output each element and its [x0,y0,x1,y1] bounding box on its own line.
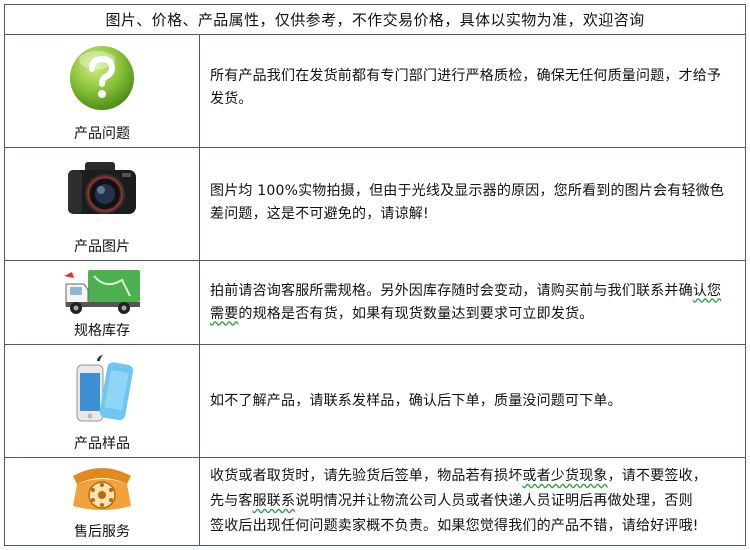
spellcheck-mark: 服联系 [252,493,296,509]
row-caption: 产品图片 [74,239,130,255]
spellcheck-mark: 或者少货现象 [522,468,608,484]
row-label-cell: 规格库存 [5,261,200,344]
description-line: 收货或者取货时，请先验货后签单，物品若有损坏 [210,468,523,484]
row-label-cell: 产品问题 [5,35,200,147]
notice-text: 图片、价格、产品属性，仅供参考，不作交易价格，具体以实物为准，欢迎咨询 [105,11,645,29]
row-spec-stock: 规格库存 拍前请咨询客服所需规格。另外因库存随时会变动，请购买前与我们联系并确认… [5,261,745,345]
row-description: 收货或者取货时，请先验货后签单，物品若有损坏或者少货现象，请不要签收， 先与客服… [200,458,745,545]
smartphone-icon [67,353,137,425]
description-line: 先与客 [210,493,253,509]
telephone-icon [67,462,137,516]
description-text: 如不了解产品，请联系发样品，确认后下单，质量没问题可下单。 [210,392,622,409]
row-label-cell: 售后服务 [5,458,200,545]
row-caption: 售后服务 [74,524,130,540]
row-after-sales: 售后服务 收货或者取货时，请先验货后签单，物品若有损坏或者少货现象，请不要签收，… [5,458,745,545]
row-product-images: 产品图片 图片均 100%实物拍摄，但由于光线及显示器的原因，您所看到的图片会有… [5,148,745,261]
row-description: 所有产品我们在发货前都有专门部门进行严格质检，确保无任何质量问题，才给予发货。 [200,35,745,147]
row-label-cell: 产品图片 [5,148,200,260]
row-caption: 规格库存 [74,323,130,339]
description-line: 说明情况并让物流公司人员或者快递人员证明后再做处理，否则 [295,493,693,509]
delivery-truck-icon [62,268,142,316]
row-caption: 产品问题 [74,126,130,142]
row-description: 图片均 100%实物拍摄，但由于光线及显示器的原因，您所看到的图片会有轻微色差问… [200,148,745,260]
row-description: 拍前请咨询客服所需规格。另外因库存随时会变动，请购买前与我们联系并确认您需要的规… [200,261,745,344]
camera-icon [65,158,139,224]
description-text: 收货或者取货时，请先验货后签单，物品若有损坏或者少货现象，请不要签收， 先与客服… [210,464,707,539]
question-icon [67,43,137,113]
description-text: 图片均 100%实物拍摄，但由于光线及显示器的原因，您所看到的图片会有轻微色差问… [210,183,725,222]
description-line: 的规格是否有货，如果有现货数量达到要求可立即发货。 [238,305,594,322]
description-line: ，请不要签收， [607,468,708,484]
description-line: 拍前请咨询客服所需规格。另外因库存随时会变动，请购买前与我们联系并确 [210,282,693,299]
description-line: 签收后出现任何问题卖家概不负责。如果您觉得我们的产品不错，请给好评哦! [210,518,699,534]
row-description: 如不了解产品，请联系发样品，确认后下单，质量没问题可下单。 [200,345,745,457]
description-text: 拍前请咨询客服所需规格。另外因库存随时会变动，请购买前与我们联系并确认您需要的规… [210,280,735,326]
info-table: 图片、价格、产品属性，仅供参考，不作交易价格，具体以实物为准，欢迎咨询 产品问题… [4,4,746,546]
row-caption: 产品样品 [74,436,130,452]
notice-header: 图片、价格、产品属性，仅供参考，不作交易价格，具体以实物为准，欢迎咨询 [5,5,745,35]
description-text: 所有产品我们在发货前都有专门部门进行严格质检，确保无任何质量问题，才给予发货。 [210,68,722,107]
row-product-issues: 产品问题 所有产品我们在发货前都有专门部门进行严格质检，确保无任何质量问题，才给… [5,35,745,148]
row-label-cell: 产品样品 [5,345,200,457]
row-product-samples: 产品样品 如不了解产品，请联系发样品，确认后下单，质量没问题可下单。 [5,345,745,458]
